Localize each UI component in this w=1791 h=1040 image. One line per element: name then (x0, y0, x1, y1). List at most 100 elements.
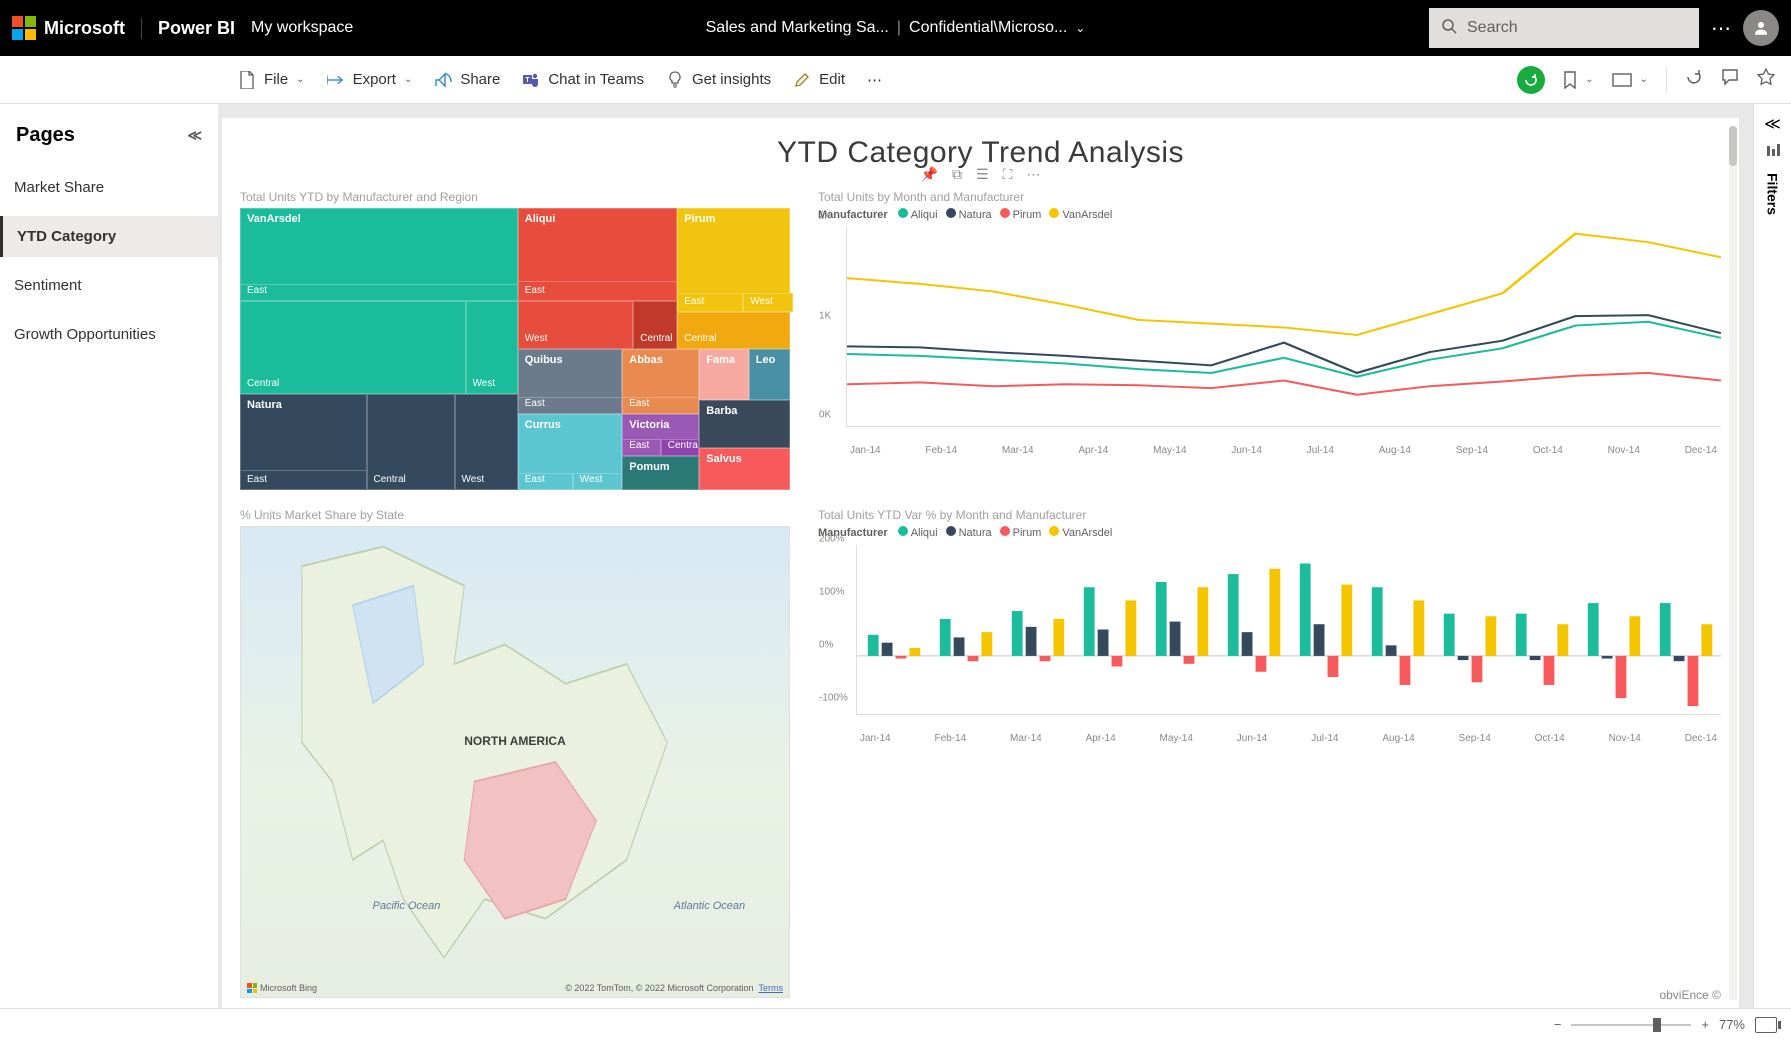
treemap-cell[interactable]: East (622, 397, 699, 414)
bar-Natura[interactable] (1242, 632, 1253, 656)
export-menu[interactable]: Export ⌄ (327, 71, 413, 89)
treemap-cell[interactable]: East (518, 281, 678, 301)
bar-Pirum[interactable] (1688, 656, 1699, 706)
bar-Pirum[interactable] (1040, 656, 1051, 661)
treemap-cell[interactable]: Pomum (622, 456, 699, 490)
sidebar-item-market-share[interactable]: Market Share (0, 167, 218, 208)
bar-Pirum[interactable] (1400, 656, 1411, 685)
fit-to-page-icon[interactable] (1755, 1017, 1777, 1033)
bar-Natura[interactable] (1602, 656, 1613, 659)
treemap-cell[interactable]: Leo (749, 349, 790, 400)
line-chart-tile[interactable]: Total Units by Month and Manufacturer Ma… (818, 190, 1721, 490)
microsoft-logo[interactable]: Microsoft (12, 16, 125, 40)
visual-header-tools[interactable]: 📌 ⧉ ☰ ⛶ ⋯ (921, 166, 1041, 183)
bar-Pirum[interactable] (1616, 656, 1627, 698)
treemap-cell[interactable]: West (743, 293, 793, 313)
zoom-slider[interactable] (1571, 1024, 1691, 1026)
treemap-cell[interactable]: West (573, 473, 623, 490)
bar-VanArsdel[interactable] (1125, 600, 1136, 655)
legend-item[interactable]: VanArsdel (1049, 527, 1112, 539)
bar-Aliqui[interactable] (1084, 587, 1095, 656)
legend-item[interactable]: Pirum (1000, 209, 1042, 221)
bar-Aliqui[interactable] (1300, 563, 1311, 655)
zoom-out-button[interactable]: − (1554, 1017, 1562, 1032)
file-menu[interactable]: File ⌄ (238, 71, 305, 89)
bar-Natura[interactable] (1674, 656, 1685, 661)
bar-Natura[interactable] (954, 637, 965, 655)
map-visual[interactable]: NORTH AMERICA Pacific Ocean Atlantic Oce… (240, 526, 790, 998)
filters-pane[interactable]: ≪ Filters (1753, 104, 1791, 1008)
legend-item[interactable]: VanArsdel (1049, 209, 1112, 221)
bar-Aliqui[interactable] (1444, 614, 1455, 656)
more-icon[interactable]: ⋯ (1711, 16, 1731, 41)
treemap-cell[interactable]: West (518, 301, 634, 349)
treemap-cell[interactable]: East (240, 284, 518, 301)
sidebar-item-growth-opportunities[interactable]: Growth Opportunities (0, 314, 218, 355)
bar-VanArsdel[interactable] (1053, 619, 1064, 656)
legend-item[interactable]: Natura (946, 527, 992, 539)
bar-Natura[interactable] (1098, 630, 1109, 656)
line-series-Pirum[interactable] (847, 373, 1721, 395)
canvas-scrollbar[interactable] (1729, 126, 1737, 1000)
more-icon[interactable]: ⋯ (1026, 166, 1040, 183)
reset-button[interactable] (1517, 66, 1545, 94)
treemap-cell[interactable]: West (455, 394, 518, 490)
bar-VanArsdel[interactable] (909, 648, 920, 656)
bar-Natura[interactable] (1386, 645, 1397, 656)
bar-VanArsdel[interactable] (1629, 616, 1640, 656)
map-tile[interactable]: % Units Market Share by State NORTH AMER… (240, 508, 790, 998)
treemap-cell[interactable]: Salvus (699, 448, 790, 490)
bookmark-menu[interactable]: ⌄ (1563, 71, 1593, 89)
bar-Aliqui[interactable] (1588, 603, 1599, 656)
treemap-cell[interactable]: Barba (699, 400, 790, 448)
bar-VanArsdel[interactable] (1557, 624, 1568, 656)
bar-Natura[interactable] (1530, 656, 1541, 660)
bar-Pirum[interactable] (1328, 656, 1339, 677)
bar-Natura[interactable] (1026, 627, 1037, 656)
account-avatar[interactable] (1743, 10, 1779, 46)
bar-Natura[interactable] (1170, 622, 1181, 656)
share-button[interactable]: Share (434, 71, 500, 89)
bar-VanArsdel[interactable] (1197, 587, 1208, 656)
legend-item[interactable]: Pirum (1000, 527, 1042, 539)
treemap-cell[interactable]: Central (677, 312, 790, 349)
insights-button[interactable]: Get insights (666, 71, 771, 89)
treemap-cell[interactable]: Fama (699, 349, 749, 400)
legend-item[interactable]: Natura (946, 209, 992, 221)
expand-filters-icon[interactable]: ≪ (1764, 114, 1781, 134)
bar-Natura[interactable] (1458, 656, 1469, 660)
bar-Aliqui[interactable] (940, 619, 951, 656)
product-label[interactable]: Power BI (141, 18, 235, 39)
treemap-cell[interactable]: East (518, 397, 623, 414)
workspace-label[interactable]: My workspace (251, 19, 353, 37)
pin-icon[interactable]: 📌 (921, 166, 938, 183)
treemap-cell[interactable]: East (518, 473, 573, 490)
bar-Aliqui[interactable] (1660, 603, 1671, 656)
treemap-cell[interactable]: East (240, 470, 367, 490)
filter-icon[interactable]: ☰ (976, 166, 989, 183)
bar-Aliqui[interactable] (1372, 587, 1383, 656)
treemap-cell[interactable]: Central (240, 301, 466, 394)
bar-Pirum[interactable] (1544, 656, 1555, 685)
treemap-cell[interactable]: East (677, 293, 743, 313)
legend-item[interactable]: Aliqui (898, 209, 938, 221)
treemap-tile[interactable]: Total Units YTD by Manufacturer and Regi… (240, 190, 790, 490)
bar-Pirum[interactable] (1184, 656, 1195, 664)
bar-VanArsdel[interactable] (1341, 585, 1352, 656)
line-series-Aliqui[interactable] (847, 322, 1721, 377)
bar-VanArsdel[interactable] (1269, 569, 1280, 656)
edit-button[interactable]: Edit (793, 71, 845, 89)
focus-icon[interactable]: ⛶ (1003, 166, 1013, 183)
bar-Natura[interactable] (882, 643, 893, 656)
bar-Aliqui[interactable] (1228, 574, 1239, 656)
bar-Natura[interactable] (1314, 624, 1325, 656)
bar-Aliqui[interactable] (868, 635, 879, 656)
bar-VanArsdel[interactable] (981, 632, 992, 656)
favorite-button[interactable] (1757, 68, 1775, 91)
refresh-button[interactable] (1685, 68, 1703, 91)
report-breadcrumb[interactable]: Sales and Marketing Sa... | Confidential… (706, 19, 1086, 37)
collapse-sidebar-icon[interactable]: ≪ (187, 127, 202, 144)
chevron-down-icon[interactable]: ⌄ (1075, 21, 1085, 35)
bar-Pirum[interactable] (1112, 656, 1123, 667)
bar-Pirum[interactable] (968, 656, 979, 661)
